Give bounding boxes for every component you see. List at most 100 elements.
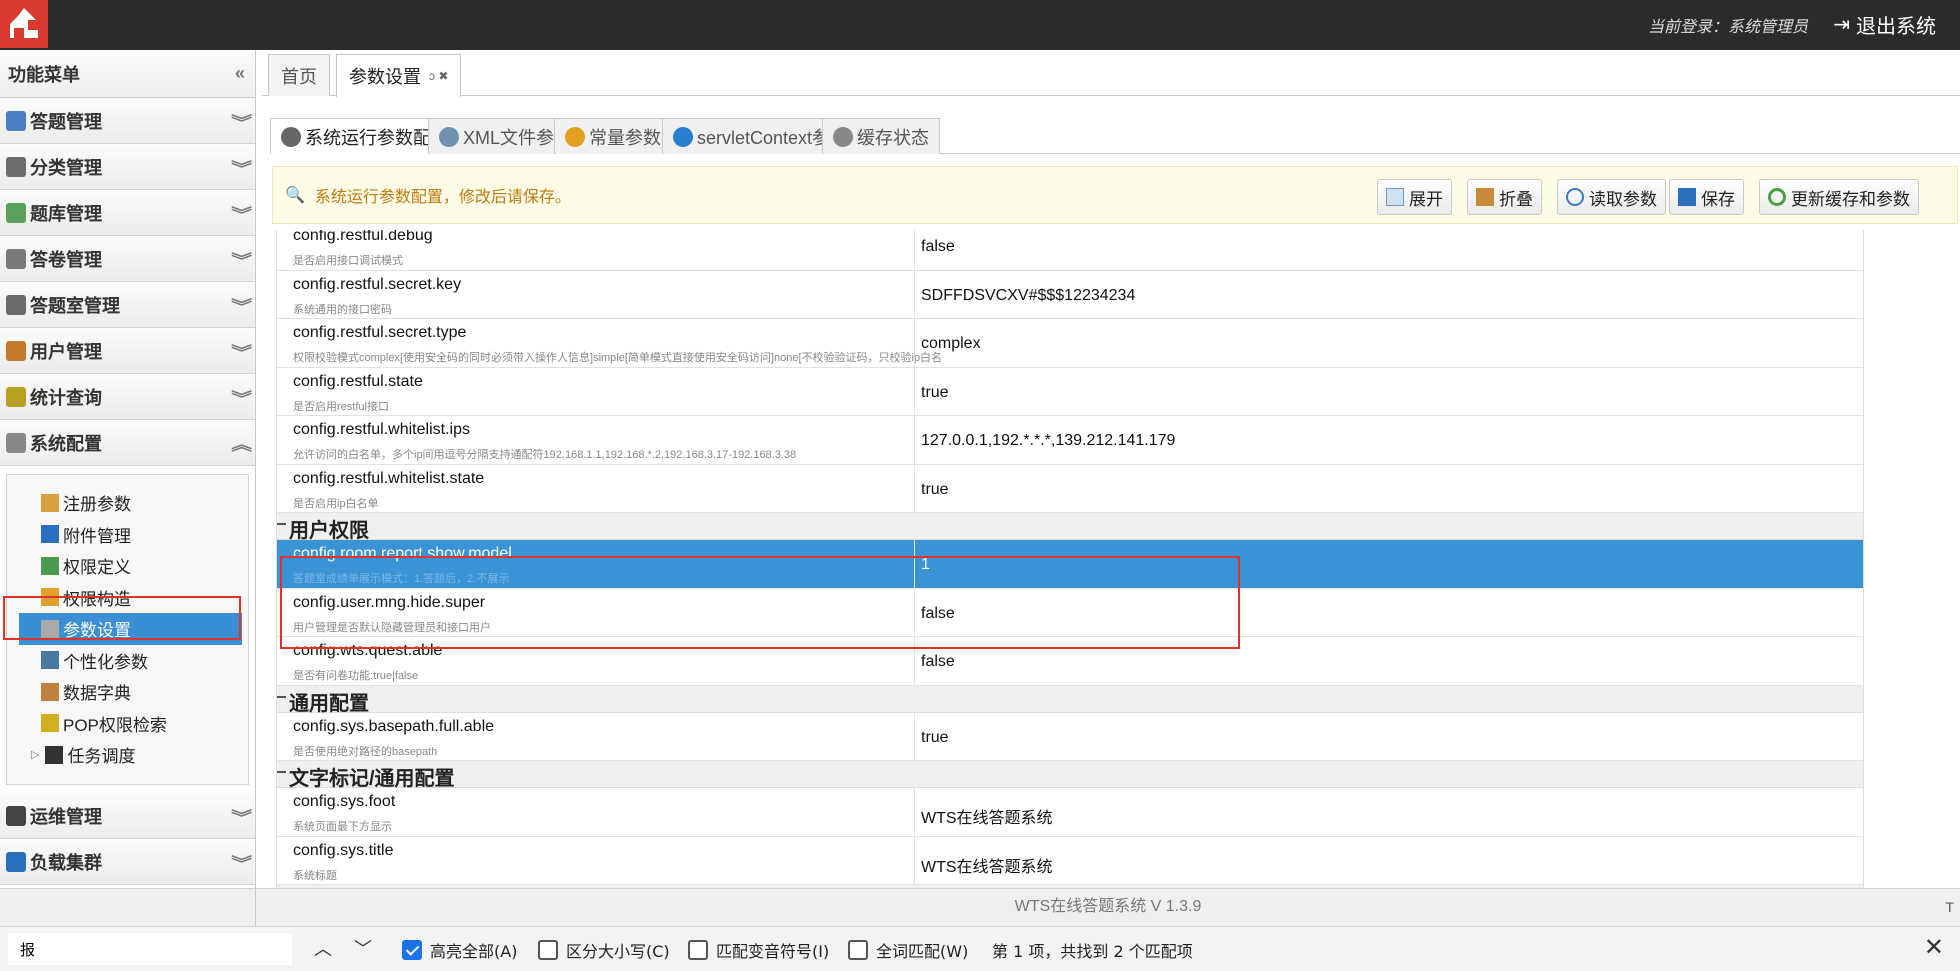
menu-group-icon [6, 805, 26, 826]
collapse-group-icon[interactable] [277, 695, 286, 698]
menu-group-left: 运维管理 [6, 803, 102, 829]
collapse-group-icon[interactable] [277, 523, 286, 525]
inner-tab-icon [673, 126, 693, 147]
sub-item-icon [41, 714, 59, 733]
read-params-label: 读取参数 [1589, 189, 1657, 209]
menu-group[interactable]: 答卷管理 ︾ [0, 236, 255, 282]
menu-group[interactable]: 答题管理 ︾ [0, 98, 255, 144]
menu-group-label: 系统配置 [30, 433, 102, 454]
current-user-label: 当前登录：系统管理员 [1647, 19, 1808, 36]
logout-button[interactable]: ⇥ 退出系统 [1833, 10, 1936, 39]
param-row[interactable]: config.sys.title 系统标题 WTS在线答题系统 [277, 836, 1863, 885]
param-row[interactable]: config.sys.foot 系统页面最下方显示 WTS在线答题系统 [277, 788, 1863, 837]
refresh-cache-button[interactable]: 更新缓存和参数 [1759, 179, 1919, 215]
tab-home[interactable]: 首页 [268, 54, 330, 96]
menu-group[interactable]: 统计查询 ︾ [0, 374, 255, 420]
menu-group[interactable]: 分类管理 ︾ [0, 144, 255, 190]
menu-group[interactable]: 负载集群 ︾ [0, 839, 255, 885]
sidebar-sub-item[interactable]: 权限定义 [7, 550, 248, 582]
chevron-down-icon[interactable]: ︾ [231, 385, 252, 409]
close-find-icon[interactable]: ✕ [1924, 933, 1944, 961]
param-group-title: 通用配置 [289, 692, 369, 715]
chevron-down-icon[interactable]: ︾ [231, 155, 252, 179]
collapse-button[interactable]: 折叠 [1467, 179, 1542, 215]
tab-close-icon[interactable]: ↄ ✖ [429, 69, 448, 83]
chevron-down-icon[interactable]: ︾ [231, 339, 252, 363]
param-row[interactable]: config.restful.debug 是否启用接口调试模式 false [277, 230, 1863, 271]
param-value[interactable]: WTS在线答题系统 [921, 853, 1053, 877]
chevron-down-icon[interactable]: ︾ [231, 247, 252, 271]
sidebar-sub-item[interactable]: 附件管理 [7, 519, 248, 551]
collapse-sidebar-icon[interactable]: « [235, 63, 245, 84]
inner-tab-label: 缓存状态 [857, 127, 929, 148]
menu-group-left: 答卷管理 [6, 246, 102, 272]
chevron-down-icon[interactable]: ︾ [231, 201, 252, 225]
param-row[interactable]: config.sys.basepath.full.able 是否使用绝对路径的ba… [277, 712, 1863, 761]
tree-expand-icon[interactable]: ▷ [31, 748, 39, 761]
menu-group-label: 答题室管理 [30, 295, 120, 316]
whole-words-checkbox[interactable]: 全词匹配(W) [848, 938, 968, 962]
param-row[interactable]: config.restful.secret.key 系统通用的接口密码 SDFFDS… [277, 270, 1863, 319]
sidebar-sub-item[interactable]: ▷ 任务调度 [7, 739, 248, 771]
param-value[interactable]: false [921, 238, 955, 256]
param-row[interactable]: config.restful.secret.type 权限校验模式complex[… [277, 319, 1863, 368]
sidebar-sub-item[interactable]: 个性化参数 [7, 645, 248, 677]
param-value[interactable]: complex [921, 335, 981, 353]
param-row[interactable]: config.restful.whitelist.state 是否启用ip白名单 t… [277, 464, 1863, 513]
chevron-up-icon[interactable]: ︽ [231, 431, 252, 455]
find-input[interactable] [8, 933, 292, 965]
param-value[interactable]: WTS在线答题系统 [921, 804, 1053, 828]
param-value[interactable]: false [921, 653, 955, 671]
param-key: config.sys.basepath.full.able [293, 717, 495, 735]
match-diacritics-checkbox[interactable]: 匹配变音符号(I) [688, 938, 829, 962]
param-value[interactable]: true [921, 481, 949, 499]
menu-group[interactable]: 答题室管理 ︾ [0, 282, 255, 328]
match-case-checkbox[interactable]: 区分大小写(C) [538, 938, 670, 962]
sidebar-bottom-bar [0, 888, 256, 926]
sidebar-header: 功能菜单 « [0, 50, 255, 98]
sidebar-sub-item[interactable]: POP权限检索 [7, 708, 248, 740]
param-value[interactable]: true [921, 729, 949, 747]
highlight-all-checkbox[interactable]: 高亮全部(A) [402, 938, 517, 962]
param-desc: 系统通用的接口密码 [293, 303, 392, 316]
inner-tab[interactable]: 缓存状态 [822, 118, 940, 154]
sidebar-sub-item[interactable]: 注册参数 [7, 487, 248, 519]
param-group-header[interactable]: 用户权限 [277, 513, 1863, 542]
param-row[interactable]: config.restful.state 是否启用restful接口 true [277, 367, 1863, 416]
menu-group[interactable]: 系统配置 ︽ [0, 420, 255, 466]
menu-group-label: 分类管理 [30, 157, 102, 178]
inner-tab[interactable]: 常量参数 [554, 118, 672, 154]
param-value[interactable]: true [921, 384, 949, 402]
tab-param-settings[interactable]: 参数设置 ↄ ✖ [336, 54, 462, 97]
collapse-group-icon[interactable] [277, 771, 286, 773]
save-button[interactable]: 保存 [1669, 179, 1744, 215]
menu-group[interactable]: 用户管理 ︾ [0, 328, 255, 374]
menu-group-icon [6, 156, 26, 177]
param-group-header[interactable]: 通用配置 [277, 685, 1863, 715]
find-next-icon[interactable]: ﹀ [354, 935, 372, 961]
read-params-button[interactable]: 读取参数 [1557, 179, 1666, 215]
param-value[interactable]: SDFFDSVCXV#$$$12234234 [921, 287, 1135, 305]
find-bar: ︿ ﹀ 高亮全部(A) 区分大小写(C) 匹配变音符号(I) 全词匹配(W) 第… [0, 926, 1960, 971]
menu-group[interactable]: 运维管理 ︾ [0, 793, 255, 839]
menu-group-left: 分类管理 [6, 154, 102, 180]
param-value[interactable]: 127.0.0.1,192.*.*.*,139.212.141.179 [921, 432, 1175, 450]
param-row[interactable]: config.restful.whitelist.ips 允许访问的白名单，多个i… [277, 416, 1863, 465]
column-divider [914, 319, 915, 367]
match-diacritics-label: 匹配变音符号(I) [716, 942, 830, 961]
find-previous-icon[interactable]: ︿ [314, 935, 332, 961]
sub-item-label: 附件管理 [63, 526, 131, 546]
chevron-down-icon[interactable]: ︾ [231, 850, 252, 874]
chevron-down-icon[interactable]: ︾ [231, 804, 252, 828]
menu-group[interactable]: 题库管理 ︾ [0, 190, 255, 236]
menu-group-left: 题库管理 [6, 200, 102, 226]
app-logo[interactable] [0, 0, 48, 48]
chevron-down-icon[interactable]: ︾ [231, 109, 252, 133]
chevron-down-icon[interactable]: ︾ [231, 293, 252, 317]
param-key: config.restful.whitelist.state [293, 469, 485, 487]
top-bar: 当前登录：系统管理员 ⇥ 退出系统 [0, 0, 1960, 50]
param-group-header[interactable]: 文字标记/通用配置 [277, 761, 1863, 790]
expand-button[interactable]: 展开 [1377, 179, 1452, 215]
sidebar-sub-item[interactable]: 数据字典 [7, 676, 248, 708]
param-group-title: 用户权限 [289, 520, 369, 542]
